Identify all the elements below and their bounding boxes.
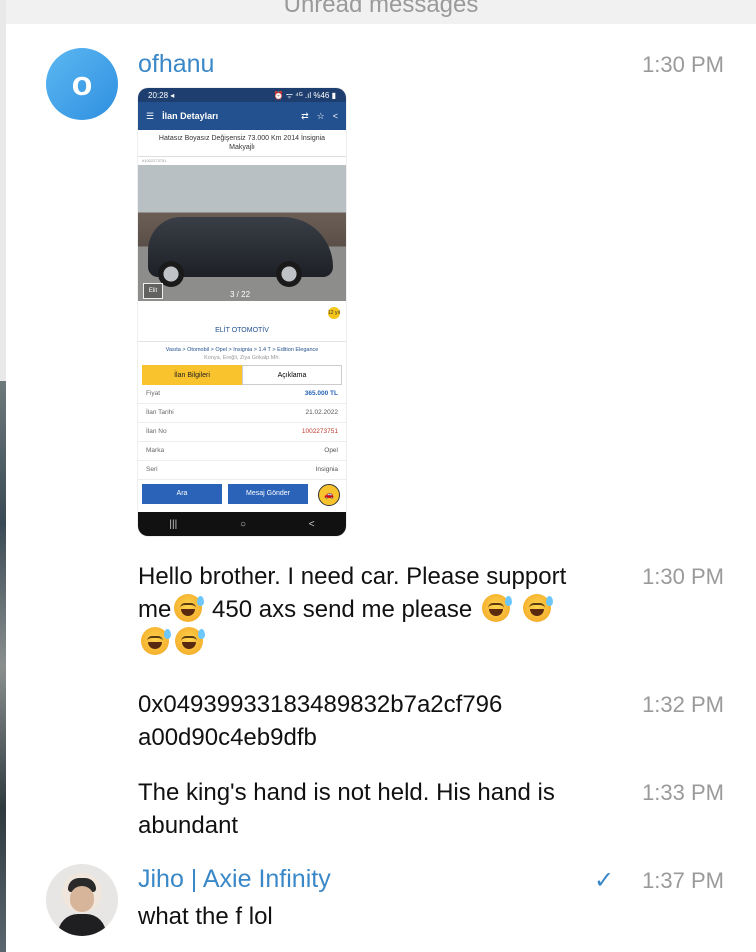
listing-row: İlan Tarihi 21.02.2022 <box>138 404 346 423</box>
phone-status-icons: ⏰ ᯤ ⁴ᴳ .ıl %46 ▮ <box>273 90 336 100</box>
row-value: 1002273751 <box>301 428 338 435</box>
sender-name[interactable]: ofhanu <box>138 50 214 79</box>
phone-app-bar: ☰ İlan Detayları ⇄ ☆ < <box>138 102 346 130</box>
avatar-face <box>70 886 94 912</box>
message-text[interactable]: Hello brother. I need car. Please suppor… <box>138 560 578 659</box>
message-time: 1:30 PM <box>642 564 724 589</box>
car-photo: Elit 3 / 22 <box>138 165 346 301</box>
sweat-smile-emoji-icon <box>174 594 205 622</box>
image-attachment[interactable]: 20:28 ◂ ⏰ ᯤ ⁴ᴳ .ıl %46 ▮ ☰ İlan Detaylar… <box>138 88 346 536</box>
message-text-part: 450 axs send me please <box>205 596 479 623</box>
listing-row: İlan No 1002273751 <box>138 423 346 442</box>
row-value: 21.02.2022 <box>305 409 338 416</box>
avatar[interactable]: o <box>46 48 118 120</box>
unread-messages-label: Unread messages <box>283 0 479 18</box>
listing-small-id: #1002273751 <box>142 158 167 163</box>
call-button: Ara <box>142 484 222 504</box>
phone-nav-bar: ||| ○ < <box>138 512 346 536</box>
avatar-shirt <box>58 914 106 936</box>
message-time: 1:32 PM <box>642 692 724 717</box>
recent-apps-icon: ||| <box>169 518 178 530</box>
listing-location: Konya, Ereğli, Ziya Gökalp Mh. <box>204 355 280 361</box>
listing-row: Fiyat 365.000 TL <box>138 385 346 404</box>
row-value: Opel <box>324 447 338 454</box>
dealer-logo: Elit <box>143 283 163 299</box>
photo-counter: 3 / 22 <box>230 290 251 299</box>
swap-icon: ⇄ <box>301 110 309 121</box>
car-wheel <box>276 261 302 287</box>
share-icon: < <box>332 111 338 121</box>
listing-tabs: İlan Bilgileri Açıklama <box>142 365 342 385</box>
row-label: Marka <box>146 447 165 454</box>
message-text[interactable]: what the f lol <box>138 900 578 933</box>
row-label: İlan Tarihi <box>146 409 174 416</box>
row-label: Seri <box>146 466 158 473</box>
tab-listing-info: İlan Bilgileri <box>142 365 242 385</box>
phone-status-time: 20:28 ◂ <box>148 90 175 100</box>
message-time: 1:33 PM <box>642 780 724 805</box>
avatar[interactable] <box>46 864 118 936</box>
back-icon: < <box>308 518 315 530</box>
send-message-button: Mesaj Gönder <box>228 484 308 504</box>
dealer-badge: 12 yıl <box>328 307 340 319</box>
row-value: 365.000 TL <box>304 390 338 397</box>
listing-row: Seri Insignia <box>138 461 346 480</box>
message-text[interactable]: The king's hand is not held. His hand is… <box>138 776 558 842</box>
sender-name[interactable]: Jiho | Axie Infinity <box>138 865 331 894</box>
breadcrumb: Vasıta > Otomobil > Opel > Insignia > 1.… <box>165 347 319 353</box>
message-list[interactable]: o ofhanu 1:30 PM 20:28 ◂ ⏰ ᯤ ⁴ᴳ .ıl %46 … <box>6 24 756 952</box>
row-label: İlan No <box>146 428 167 435</box>
menu-icon: ☰ <box>146 110 155 121</box>
sweat-smile-emoji-icon <box>481 594 512 622</box>
row-value: Insignia <box>315 466 338 473</box>
unread-messages-divider: Unread messages <box>6 0 756 24</box>
message-time: 1:37 PM <box>642 868 724 893</box>
dealer-name: ELİT OTOMOTİV 12 yıl <box>138 301 346 342</box>
star-icon: ☆ <box>316 110 325 121</box>
message-text[interactable]: 0x04939933183489832b7a2cf796 a00d90c4eb9… <box>138 688 578 754</box>
checkmark-icon: ✓ <box>594 867 615 894</box>
tab-description: Açıklama <box>242 365 342 385</box>
message-time: 1:30 PM <box>642 52 724 77</box>
row-label: Fiyat <box>146 390 161 397</box>
sweat-smile-emoji-icon <box>522 594 553 622</box>
car-icon: 🚗 <box>318 484 340 506</box>
listing-row: Marka Opel <box>138 442 346 461</box>
phone-app-title: İlan Detayları <box>162 111 219 121</box>
phone-status-bar: 20:28 ◂ ⏰ ᯤ ⁴ᴳ .ıl %46 ▮ <box>138 88 346 102</box>
sweat-smile-emoji-icon <box>141 627 171 655</box>
home-icon: ○ <box>239 518 246 530</box>
listing-actions: Ara Mesaj Gönder <box>142 484 308 504</box>
listing-title: Hatasız Boyasız Değişensiz 73.000 Km 201… <box>138 130 346 157</box>
sweat-smile-emoji-icon <box>175 627 205 655</box>
dealer-label: ELİT OTOMOTİV <box>215 327 269 334</box>
